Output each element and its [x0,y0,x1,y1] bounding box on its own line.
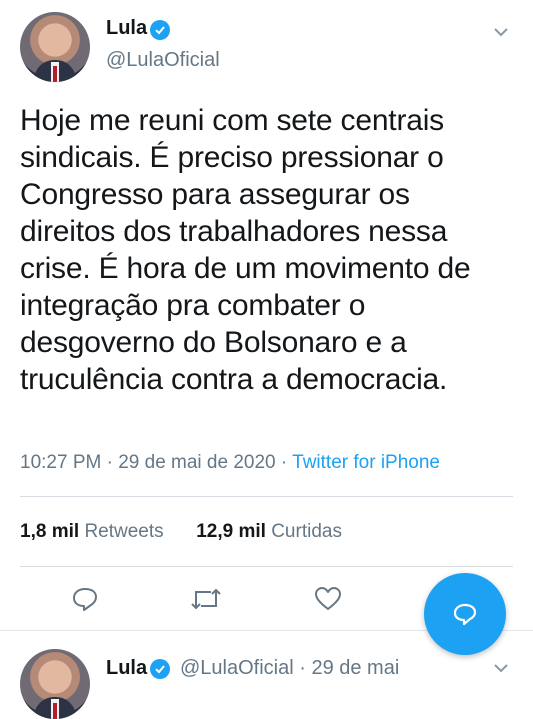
tweet-text: Hoje me reuni com sete centrais sindicai… [20,104,471,396]
chevron-down-icon[interactable] [492,23,510,41]
tweet-meta: 10:27 PM · 29 de mai de 2020 · Twitter f… [20,452,440,474]
avatar[interactable] [20,649,90,719]
compose-button[interactable] [424,573,506,655]
tweet-source[interactable]: Twitter for iPhone [292,452,440,473]
compose-icon [453,603,477,626]
like-label[interactable]: Curtidas [271,521,342,542]
retweet-label[interactable]: Retweets [84,521,163,542]
heart-icon [315,587,341,610]
author-name[interactable]: Lula [106,657,147,680]
reply-button[interactable] [65,579,105,619]
verified-badge-icon [150,20,170,40]
verified-badge-icon [150,659,170,679]
like-button[interactable] [308,579,348,619]
tweet-header: Lula @LulaOficial [0,0,533,100]
author-handle[interactable]: @LulaOficial [106,49,220,72]
like-count[interactable]: 12,9 mil [196,521,266,542]
retweet-icon [191,588,221,610]
tweet-time: 10:27 PM · 29 de mai de 2020 · [20,452,293,473]
chevron-down-icon[interactable] [492,659,510,677]
retweet-count[interactable]: 1,8 mil [20,521,79,542]
divider [20,496,513,497]
author-name[interactable]: Lula [106,17,147,40]
reply-icon [73,588,97,611]
retweet-button[interactable] [186,579,226,619]
avatar[interactable] [20,12,90,82]
tweet-stats: 1,8 mil Retweets 12,9 mil Curtidas [20,521,342,543]
avatar-tie [53,66,57,82]
avatar-tie [53,703,57,719]
divider [20,566,513,567]
handle-and-date[interactable]: @LulaOficial · 29 de mai [180,657,399,680]
